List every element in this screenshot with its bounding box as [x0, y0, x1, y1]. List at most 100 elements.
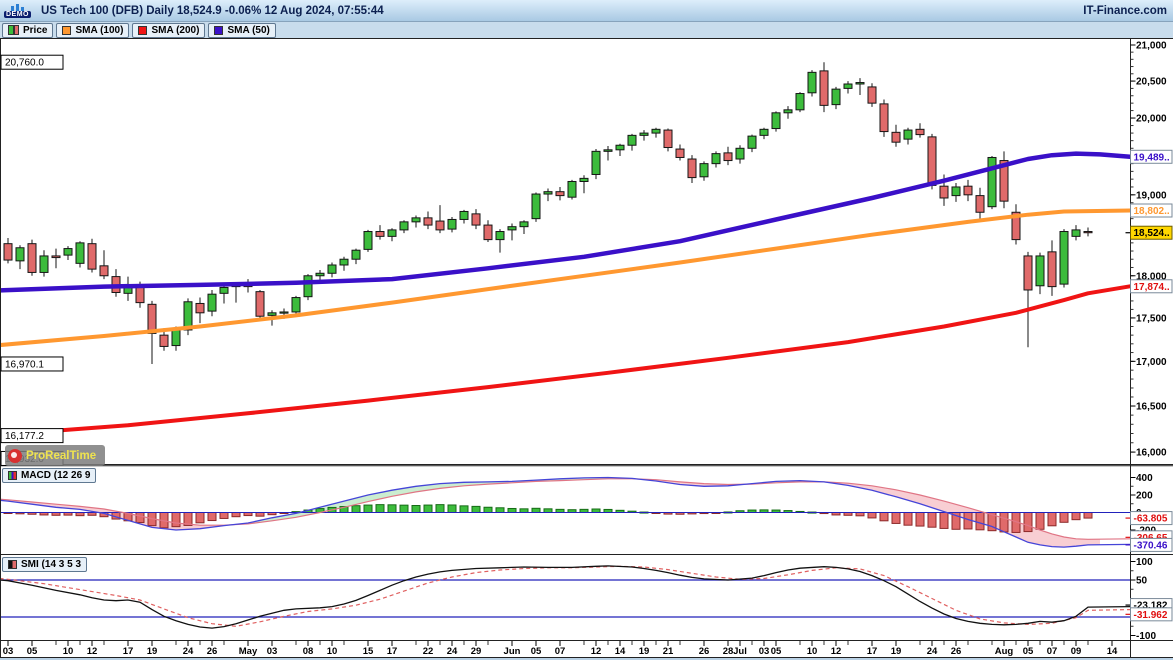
date-tick-label: 24 [447, 646, 458, 657]
chart-title: US Tech 100 (DFB) Daily 18,524.9 -0.06% … [41, 5, 384, 17]
date-tick-label: 14 [615, 646, 626, 657]
smi-panel [0, 566, 1131, 628]
axis-value-box: 17,874.. [1126, 280, 1173, 293]
date-tick-label: 10 [63, 646, 74, 657]
smi-icon [8, 560, 17, 569]
candles-icon [8, 25, 19, 35]
axis-value-box: 19,489.. [1126, 150, 1173, 163]
date-tick-label: 29 [471, 646, 482, 657]
sma100-swatch-icon [62, 26, 71, 35]
date-tick-label: 22 [423, 646, 434, 657]
date-tick-label: Aug [995, 646, 1014, 657]
date-tick-label: 10 [807, 646, 818, 657]
date-tick-label: 28 [723, 646, 734, 657]
axis-boxes: 19,489.. 18,802.. 18,524.. 17,874.. -63.805 -… [1126, 150, 1173, 621]
smi-axis-label: 50 [1136, 576, 1148, 587]
date-tick-label: 24 [183, 646, 194, 657]
legend-sma200-label: SMA (200) [151, 25, 199, 36]
axis-value-text: 18,802.. [1134, 206, 1170, 217]
date-tick-label: 05 [27, 646, 38, 657]
macd-histogram [4, 505, 1092, 533]
price-axis-label: 19,000 [1136, 190, 1167, 201]
mini-chart-icon [11, 4, 24, 11]
prorealtime-logo-icon [8, 449, 22, 463]
chart-canvas[interactable]: 21,00020,50020,00019,00018,00017,50017,0… [0, 0, 1173, 660]
date-tick-label: 03 [759, 646, 770, 657]
legend-sma200-chip[interactable]: SMA (200) [132, 23, 205, 38]
date-tick-label: 17 [387, 646, 398, 657]
date-tick-label: 12 [591, 646, 602, 657]
date-tick-label: Jun [504, 646, 521, 657]
legend-price-chip[interactable]: Price [2, 23, 53, 38]
macd-indicator-chip[interactable]: MACD (12 26 9 [2, 468, 96, 483]
date-tick-label: 19 [639, 646, 650, 657]
brand-link[interactable]: IT-Finance.com [1083, 5, 1167, 17]
macd-axis-label: 400 [1136, 473, 1153, 484]
smi-axis-label: -100 [1136, 631, 1156, 642]
smi-main-line [0, 566, 1130, 628]
chart-window: DEMO US Tech 100 (DFB) Daily 18,524.9 -0… [0, 0, 1173, 660]
date-tick-label: 07 [555, 646, 566, 657]
legend-bar: Price SMA (100) SMA (200) SMA (50) [0, 22, 1173, 38]
demo-label: DEMO [4, 11, 31, 18]
sma200-swatch-icon [138, 26, 147, 35]
date-tick-label: 15 [363, 646, 374, 657]
date-tick-label: 19 [147, 646, 158, 657]
legend-price-label: Price [23, 25, 47, 36]
axis-value-box: 18,524.. [1126, 226, 1173, 239]
axis-value-box: -370.46 [1126, 538, 1173, 551]
price-axis-label: 21,000 [1136, 41, 1167, 52]
macd-chip-label: MACD (12 26 9 [21, 470, 90, 481]
price-axis-label: 17,500 [1136, 313, 1167, 324]
date-tick-label: 17 [867, 646, 878, 657]
price-marker-text: 16,177.2 [5, 431, 44, 442]
smi-chip-label: SMI (14 3 5 3 [21, 559, 81, 570]
date-tick-label: 05 [771, 646, 782, 657]
date-tick-label: 08 [303, 646, 314, 657]
legend-sma100-chip[interactable]: SMA (100) [56, 23, 129, 38]
title-bar: DEMO US Tech 100 (DFB) Daily 18,524.9 -0… [0, 0, 1173, 22]
date-tick-label: 24 [927, 646, 938, 657]
date-tick-label: Jul [733, 646, 747, 657]
date-tick-label: 21 [663, 646, 674, 657]
candlestick-series [4, 62, 1092, 364]
smi-indicator-chip[interactable]: SMI (14 3 5 3 [2, 557, 87, 572]
price-marker-box: 16,970.1 [1, 357, 63, 371]
price-axis-label: 16,000 [1136, 448, 1167, 459]
price-marker-text: 20,760.0 [5, 58, 44, 69]
date-tick-label: 09 [1071, 646, 1082, 657]
date-tick-label: May [239, 646, 258, 657]
price-marker-box: 20,760.0 [1, 55, 63, 69]
price-axis-label: 20,000 [1136, 114, 1167, 125]
smi-axis-label: 100 [1136, 557, 1153, 568]
date-axis: 0305101217192426May0308101517222429Jun05… [3, 641, 1118, 657]
price-axis: 21,00020,50020,00019,00018,00017,50017,0… [1131, 41, 1168, 459]
axis-value-text: -370.46 [1134, 540, 1168, 551]
sma200-line [0, 286, 1130, 435]
date-tick-label: 03 [267, 646, 278, 657]
axis-value-text: 19,489.. [1134, 152, 1170, 163]
prorealtime-watermark: ProRealTime [5, 445, 105, 466]
macd-axis-label: 200 [1136, 491, 1153, 502]
demo-badge: DEMO [4, 4, 31, 18]
price-axis-label: 16,500 [1136, 402, 1167, 413]
axis-value-box: -63.805 [1126, 512, 1173, 525]
date-tick-label: 05 [1023, 646, 1034, 657]
price-marker-text: 16,970.1 [5, 359, 44, 370]
date-tick-label: 14 [1107, 646, 1118, 657]
price-marker-box: 16,177.2 [1, 429, 63, 443]
sma50-swatch-icon [214, 26, 223, 35]
date-tick-label: 10 [327, 646, 338, 657]
axis-value-text: -63.805 [1134, 514, 1168, 525]
date-tick-label: 03 [3, 646, 14, 657]
legend-sma50-label: SMA (50) [227, 25, 269, 36]
legend-sma100-label: SMA (100) [75, 25, 123, 36]
legend-sma50-chip[interactable]: SMA (50) [208, 23, 275, 38]
date-tick-label: 17 [123, 646, 134, 657]
date-tick-label: 12 [831, 646, 842, 657]
price-axis-label: 17,000 [1136, 357, 1167, 368]
date-tick-label: 07 [1047, 646, 1058, 657]
axis-value-text: -31.962 [1134, 610, 1168, 621]
price-axis-label: 20,500 [1136, 77, 1167, 88]
date-tick-label: 26 [699, 646, 710, 657]
